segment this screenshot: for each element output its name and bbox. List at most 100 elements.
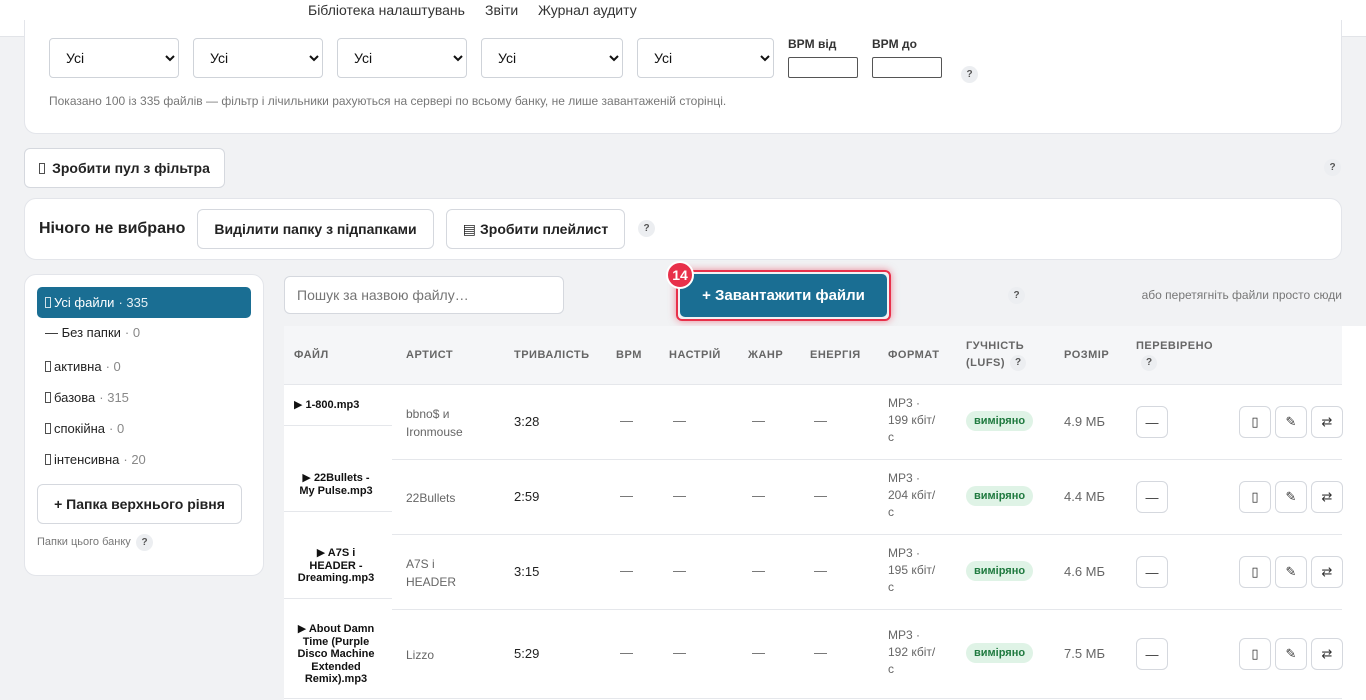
sidebar-help-icon[interactable]: ? xyxy=(136,534,153,551)
pool-help-icon[interactable]: ? xyxy=(1324,159,1341,176)
edit-icon[interactable]: ✎ xyxy=(1275,556,1307,588)
mood-cell: — xyxy=(673,645,686,660)
bpm-cell: — xyxy=(620,488,633,503)
duration-cell: 2:59 xyxy=(514,489,540,504)
bpm-to-input[interactable] xyxy=(872,57,942,78)
folder-icon xyxy=(45,361,51,372)
playlist-icon: ▤ xyxy=(462,220,477,237)
sidebar-item-active[interactable]: активна · 0 xyxy=(37,351,251,382)
verify-button[interactable]: — xyxy=(1136,406,1168,438)
format-cell: MP3 · 192 кбіт/с xyxy=(888,628,936,676)
sidebar-item-base[interactable]: базова · 315 xyxy=(37,382,251,413)
upload-files-button[interactable]: + Завантажити файли xyxy=(680,274,887,317)
sidebar-item-no-folder[interactable]: — Без папки · 0 xyxy=(37,317,251,348)
file-name-cell[interactable]: ▶ 22Bullets - My Pulse.mp3 xyxy=(292,472,380,497)
play-file-icon[interactable]: ▯ xyxy=(1239,638,1271,670)
filters-info-text: Показано 100 із 335 файлів — фільтр і лі… xyxy=(49,94,727,108)
filters-help-icon[interactable]: ? xyxy=(961,66,978,83)
sidebar-item-intense[interactable]: інтенсивна · 20 xyxy=(37,444,251,475)
bpm-to-label: BPM до xyxy=(872,37,917,51)
duration-cell: 5:29 xyxy=(514,646,540,661)
size-cell: 7.5 МБ xyxy=(1064,646,1106,661)
filter-select-3[interactable]: Усі xyxy=(337,38,467,78)
nav-audit-log[interactable]: Журнал аудиту xyxy=(538,2,637,18)
file-search-input[interactable] xyxy=(284,276,564,314)
col-file: ФАЙЛ xyxy=(294,349,329,361)
genre-cell: — xyxy=(752,645,765,660)
edit-icon[interactable]: ✎ xyxy=(1275,406,1307,438)
make-playlist-button[interactable]: ▤ Зробити плейлист xyxy=(446,209,625,249)
artist-cell: bbno$ и Ironmouse xyxy=(406,407,463,439)
col-loudness-unit: (LUFS) xyxy=(966,357,1006,369)
genre-cell: — xyxy=(752,413,765,428)
drop-hint-text: або перетягніть файли просто сюди xyxy=(1141,288,1342,302)
make-pool-button[interactable]: Зробити пул з фільтра xyxy=(24,148,225,188)
bpm-from-label: BPM від xyxy=(788,37,837,51)
file-name-cell[interactable]: ▶ A7S i HEADER - Dreaming.mp3 xyxy=(292,547,380,585)
genre-cell: — xyxy=(752,488,765,503)
filter-select-1[interactable]: Усі xyxy=(49,38,179,78)
row-divider xyxy=(392,534,1342,535)
verify-button[interactable]: — xyxy=(1136,481,1168,513)
filter-select-4[interactable]: Усі xyxy=(481,38,623,78)
sidebar-item-all-files[interactable]: Усі файли · 335 xyxy=(37,287,251,318)
play-file-icon[interactable]: ▯ xyxy=(1239,556,1271,588)
play-file-icon[interactable]: ▯ xyxy=(1239,481,1271,513)
edit-icon[interactable]: ✎ xyxy=(1275,638,1307,670)
bpm-cell: — xyxy=(620,563,633,578)
verify-button[interactable]: — xyxy=(1136,638,1168,670)
nav-reports[interactable]: Звіти xyxy=(485,2,518,18)
col-size: РОЗМІР xyxy=(1064,349,1110,361)
selection-help-icon[interactable]: ? xyxy=(638,220,655,237)
verify-button[interactable]: — xyxy=(1136,556,1168,588)
folder-icon xyxy=(45,297,51,308)
file-name-cell[interactable]: ▶ 1-800.mp3 xyxy=(294,399,382,412)
bpm-from-input[interactable] xyxy=(788,57,858,78)
edit-icon[interactable]: ✎ xyxy=(1275,481,1307,513)
col-mood: НАСТРІЙ xyxy=(669,349,721,361)
nav-settings-library[interactable]: Бібліотека налаштувань xyxy=(308,2,465,18)
folder-icon xyxy=(45,392,51,403)
col-energy: ЕНЕРГІЯ xyxy=(810,349,861,361)
format-cell: MP3 · 199 кбіт/с xyxy=(888,396,936,444)
row-divider xyxy=(284,698,1342,699)
swap-icon[interactable]: ⇄ xyxy=(1311,481,1343,513)
mood-cell: — xyxy=(673,488,686,503)
artist-cell: 22Bullets xyxy=(406,491,456,505)
loudness-measured-badge: виміряно xyxy=(966,486,1034,506)
duration-cell: 3:15 xyxy=(514,564,540,579)
sidebar-item-calm[interactable]: спокійна · 0 xyxy=(37,413,251,444)
artist-cell: A7S i HEADER xyxy=(406,557,457,589)
col-bpm: BPM xyxy=(616,349,642,361)
loudness-measured-badge: виміряно xyxy=(966,411,1034,431)
filter-select-5[interactable]: Усі xyxy=(637,38,774,78)
play-file-icon[interactable]: ▯ xyxy=(1239,406,1271,438)
energy-cell: — xyxy=(814,645,827,660)
add-root-folder-button[interactable]: + Папка верхнього рівня xyxy=(37,484,242,524)
upload-help-icon[interactable]: ? xyxy=(1008,287,1025,304)
size-cell: 4.4 МБ xyxy=(1064,489,1106,504)
format-cell: MP3 · 195 кбіт/с xyxy=(888,546,936,594)
col-artist: АРТИСТ xyxy=(406,349,454,361)
format-cell: MP3 · 204 кбіт/с xyxy=(888,471,936,519)
file-name-cell[interactable]: ▶ About Damn Time (Purple Disco Machine Ext… xyxy=(292,623,380,686)
size-cell: 4.6 МБ xyxy=(1064,564,1106,579)
mood-cell: — xyxy=(673,413,686,428)
row-divider xyxy=(284,425,392,426)
col-loudness: ГУЧНІСТЬ xyxy=(966,340,1025,352)
filter-select-2[interactable]: Усі xyxy=(193,38,323,78)
row-divider xyxy=(284,511,392,512)
step-number-badge: 14 xyxy=(666,261,694,289)
loudness-help-icon[interactable]: ? xyxy=(1010,355,1026,371)
mood-cell: — xyxy=(673,563,686,578)
energy-cell: — xyxy=(814,563,827,578)
row-divider xyxy=(284,598,392,599)
swap-icon[interactable]: ⇄ xyxy=(1311,638,1343,670)
col-format: ФОРМАТ xyxy=(888,349,940,361)
swap-icon[interactable]: ⇄ xyxy=(1311,406,1343,438)
genre-cell: — xyxy=(752,563,765,578)
folder-icon xyxy=(45,423,51,434)
verified-help-icon[interactable]: ? xyxy=(1141,355,1157,371)
select-folder-button[interactable]: Виділити папку з підпапками xyxy=(197,209,434,249)
swap-icon[interactable]: ⇄ xyxy=(1311,556,1343,588)
